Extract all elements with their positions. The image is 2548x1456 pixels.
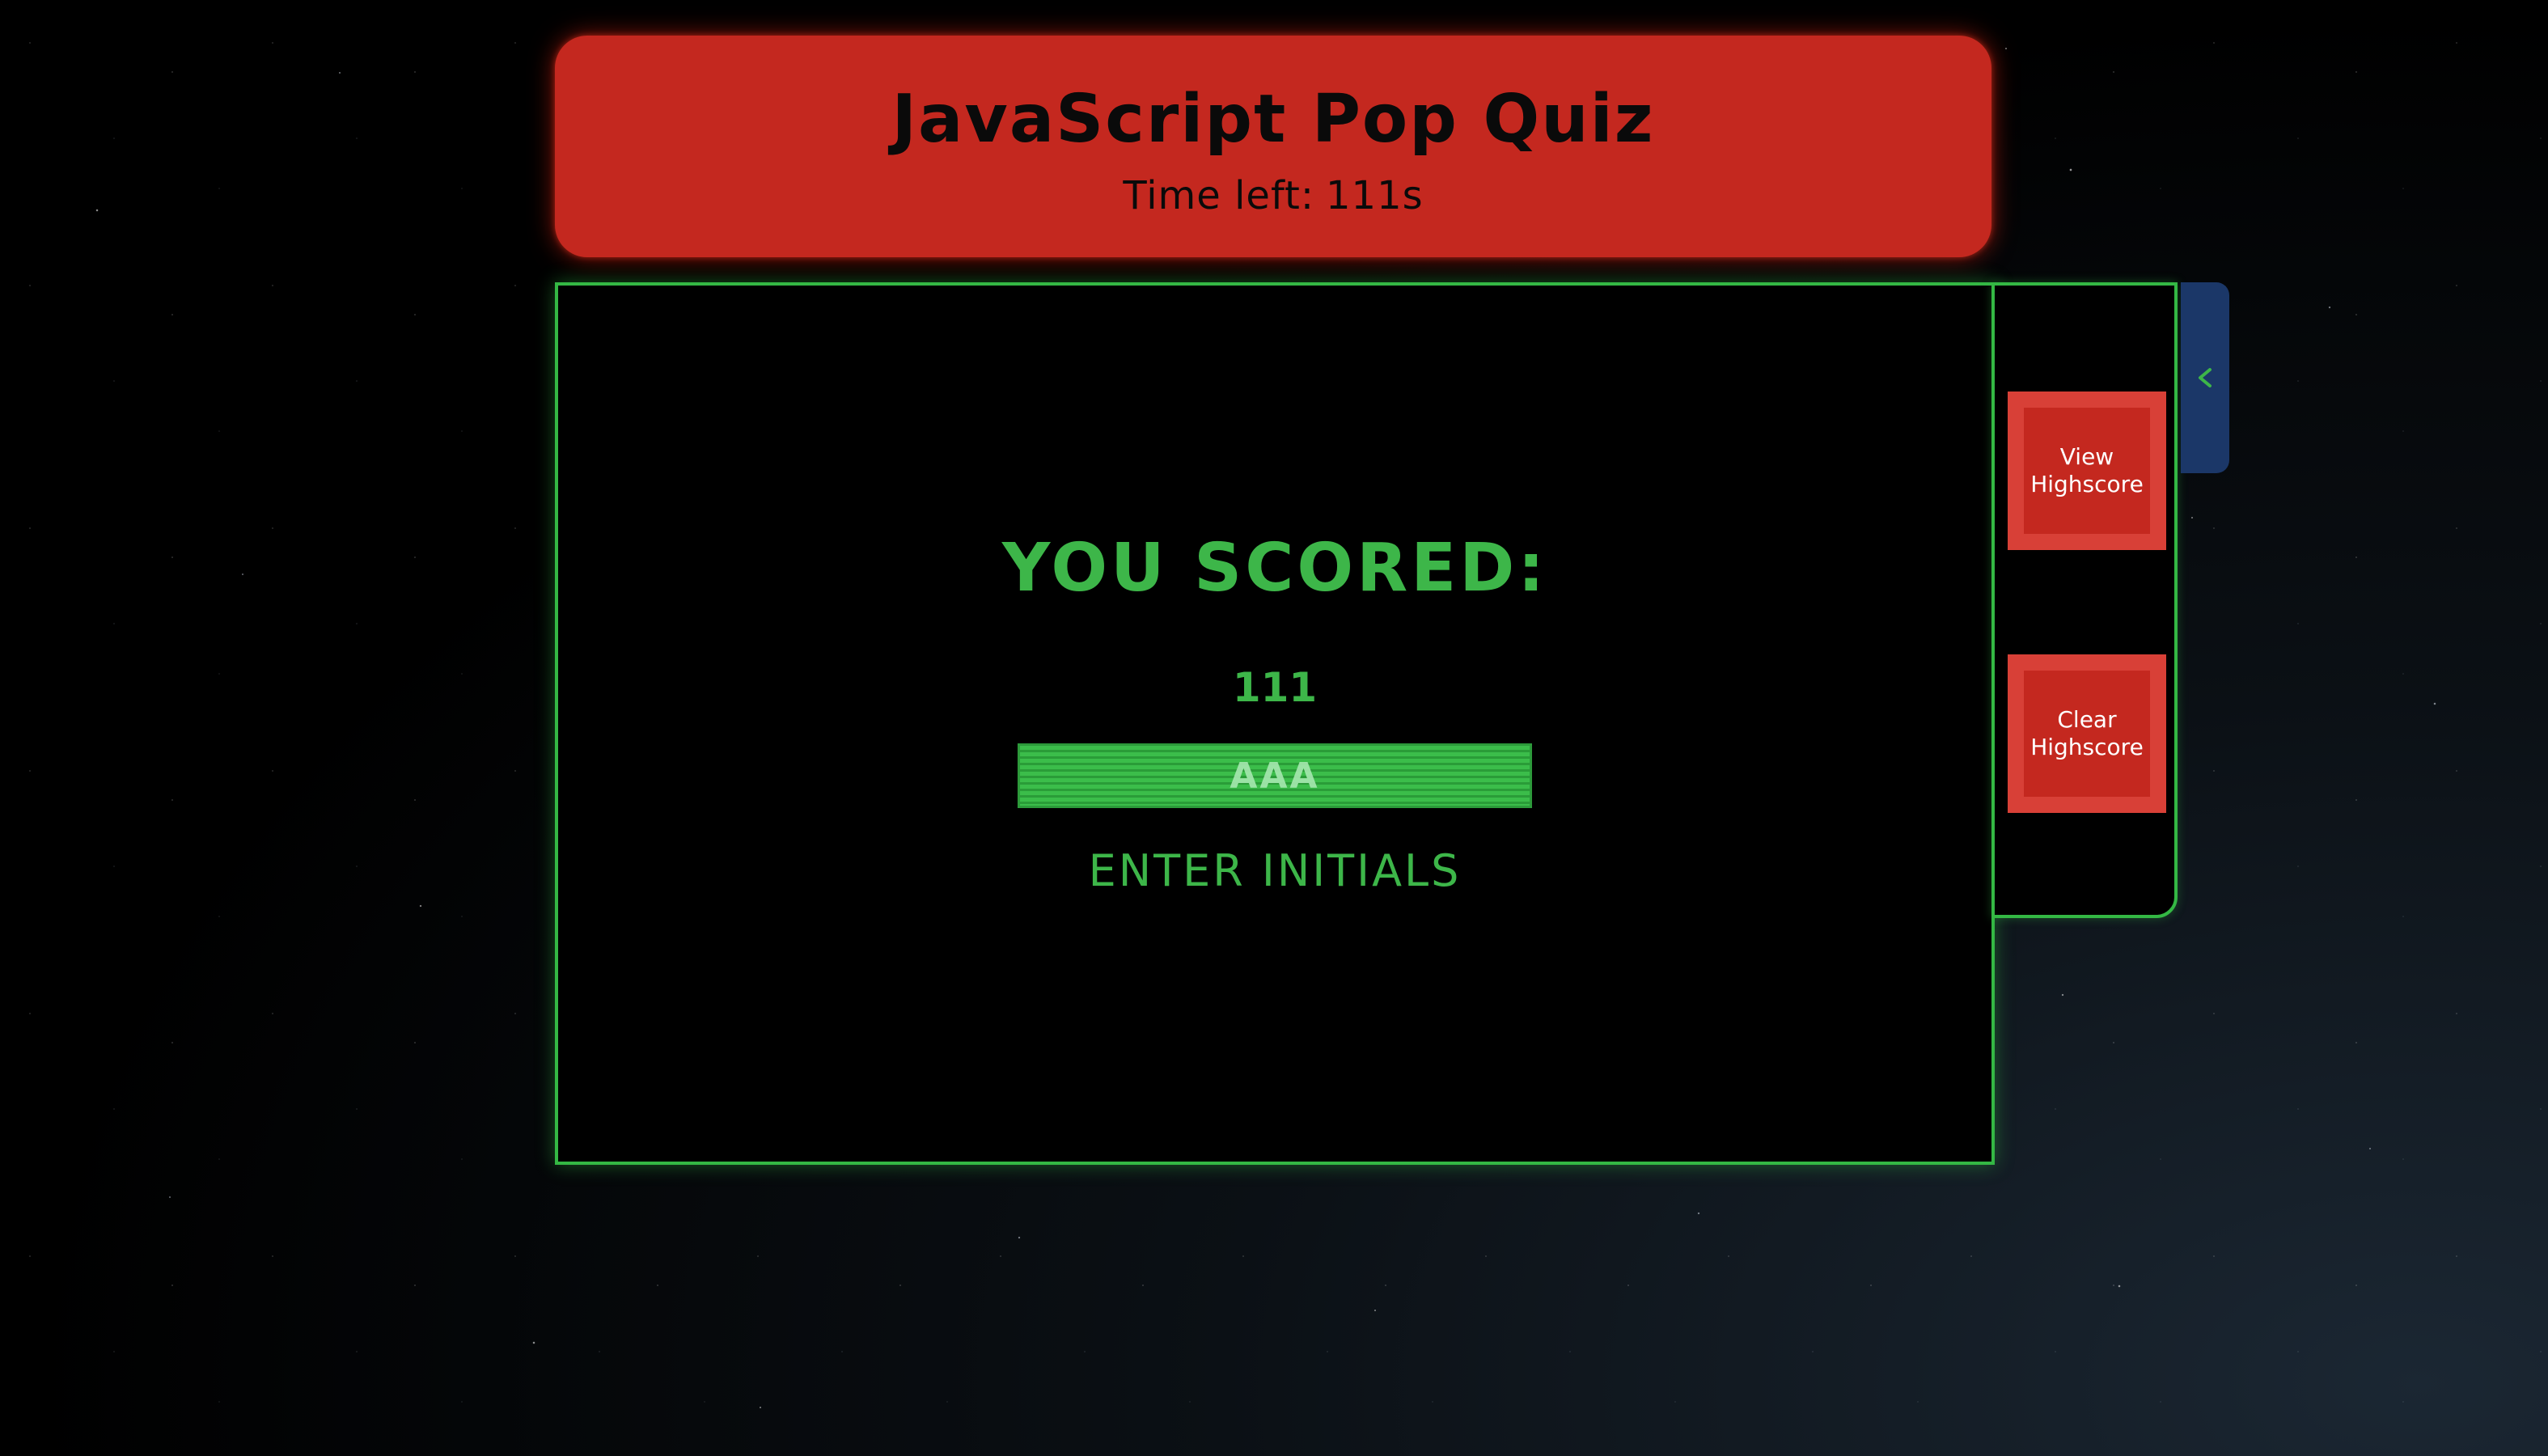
chevron-left-icon xyxy=(2195,366,2216,390)
timer-value: 111s xyxy=(1326,173,1424,218)
timer-label: Time left: xyxy=(1123,173,1314,218)
enter-initials-label: ENTER INITIALS xyxy=(1088,845,1462,896)
highscore-drawer: View Highscore Clear Highscore xyxy=(1991,282,2178,918)
view-highscore-button[interactable]: View Highscore xyxy=(2008,392,2166,550)
quiz-header: JavaScript Pop Quiz Time left: 111s xyxy=(555,36,1991,257)
initials-input[interactable] xyxy=(1018,743,1532,808)
score-value: 111 xyxy=(1232,664,1318,711)
score-heading: YOU SCORED: xyxy=(1001,530,1548,607)
quiz-panel: YOU SCORED: 111 ENTER INITIALS xyxy=(555,282,1995,1165)
clear-highscore-button[interactable]: Clear Highscore xyxy=(2008,654,2166,813)
drawer-toggle-button[interactable] xyxy=(2181,282,2229,473)
page-title: JavaScript Pop Quiz xyxy=(891,81,1655,158)
timer: Time left: 111s xyxy=(555,173,1991,218)
